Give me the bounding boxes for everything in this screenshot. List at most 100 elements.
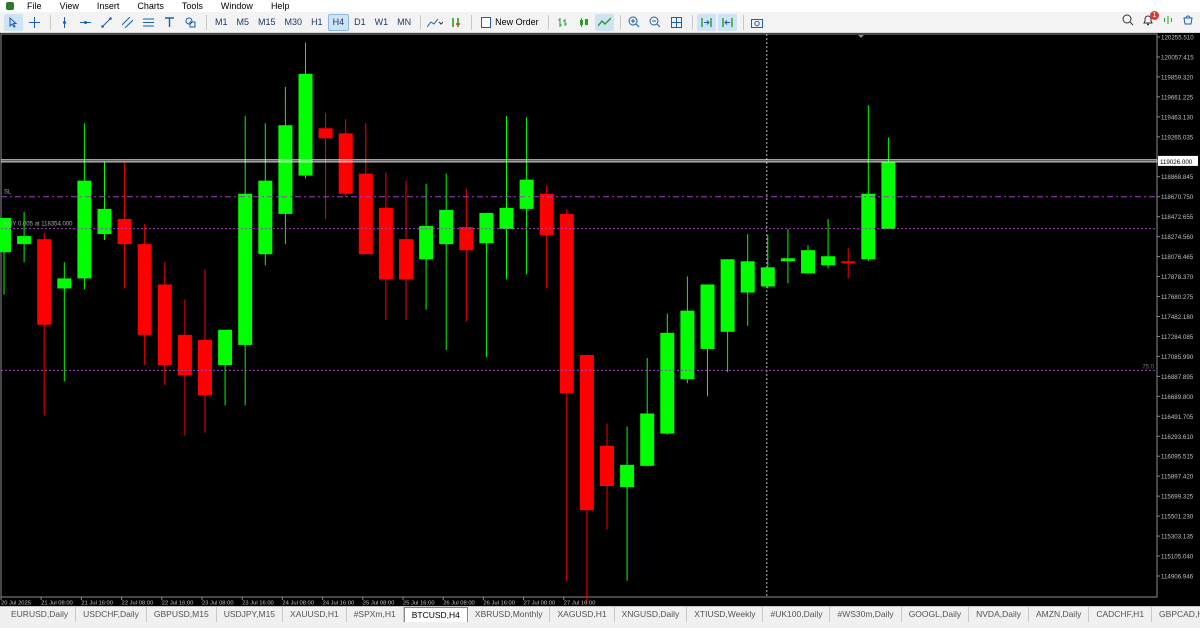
chart-tab[interactable]: XTIUSD,Weekly [687, 607, 764, 622]
market-icon[interactable] [1182, 14, 1194, 28]
toolbar-divider [50, 14, 51, 30]
zoom-in-icon[interactable] [625, 14, 644, 31]
candle-body [97, 208, 112, 235]
screenshot-icon[interactable] [748, 14, 767, 31]
timeframe-mn[interactable]: MN [393, 14, 415, 31]
chart-tab[interactable]: USDJPY,M15 [217, 607, 284, 622]
chart-tab[interactable]: XNGUSD,Daily [615, 607, 688, 622]
line-chart-icon[interactable] [594, 13, 614, 31]
price-axis-label: 116491.705 [1161, 414, 1194, 421]
algo-trading-icon[interactable] [446, 14, 465, 31]
text-tool-icon[interactable] [160, 14, 179, 31]
trendline-icon[interactable] [97, 14, 116, 31]
notifications-icon[interactable]: 1 [1142, 11, 1159, 28]
price-axis-label: 120255.510 [1161, 35, 1194, 42]
price-axis-label: 119463.130 [1161, 114, 1194, 121]
fibonacci-icon[interactable] [139, 14, 158, 31]
chart-tab[interactable]: XAGUSD,H1 [550, 607, 615, 622]
chart-tab[interactable]: BTCUSD,H4 [403, 607, 468, 622]
chart-tab[interactable]: GOOGL,Daily [902, 607, 970, 622]
candle-body [680, 310, 695, 380]
crosshair-icon[interactable] [25, 14, 44, 31]
chart-tab[interactable]: GBPCAD,H1 [1152, 607, 1200, 622]
candle-body [479, 212, 494, 244]
menu-charts[interactable]: Charts [128, 0, 173, 12]
timeframe-m15[interactable]: M15 [254, 14, 280, 31]
candle-body [137, 244, 152, 335]
candlestick-chart[interactable]: SL BUY 0.005 at 118354.000 75.0 120255.510 1… [0, 33, 1200, 606]
chart-tab[interactable]: XAUUSD,H1 [283, 607, 347, 622]
price-axis-label: 118076.465 [1161, 254, 1194, 261]
price-axis-label: 117878.370 [1161, 274, 1194, 281]
chart-tab[interactable]: #SPXm,H1 [347, 607, 404, 622]
price-axis-label: 117482.180 [1161, 314, 1194, 321]
candle-body [378, 207, 393, 280]
menu-tools[interactable]: Tools [173, 0, 212, 12]
timeframe-h1[interactable]: H1 [307, 14, 327, 31]
timeframe-m30[interactable]: M30 [281, 14, 307, 31]
chart-tab[interactable]: AMZN,Daily [1029, 607, 1090, 622]
price-axis-label: 116095.515 [1161, 454, 1194, 461]
menu-bar: File View Insert Charts Tools Window Hel… [0, 0, 1200, 12]
price-axis-label: 118868.845 [1161, 174, 1194, 181]
chart-area[interactable]: SL BUY 0.005 at 118354.000 75.0 120255.510 1… [0, 33, 1200, 606]
channel-icon[interactable] [118, 14, 137, 31]
tile-windows-icon[interactable] [667, 14, 686, 31]
toolbar-divider [420, 14, 422, 30]
price-axis-label: 115897.420 [1161, 474, 1194, 481]
app-logo-icon [6, 2, 14, 10]
candle-body [841, 261, 856, 264]
toolbar-right: 1 [1122, 11, 1194, 28]
chart-shift-icon[interactable] [717, 13, 737, 31]
chart-tab[interactable]: XBRUSD,Monthly [468, 607, 551, 622]
new-order-button[interactable]: New Order [476, 14, 544, 31]
cursor-icon[interactable] [4, 13, 23, 31]
chart-tab[interactable]: GBPUSD,M15 [147, 607, 217, 622]
candle-body [600, 445, 614, 487]
menu-insert[interactable]: Insert [88, 0, 129, 12]
chart-tab[interactable]: USDCHF,Daily [76, 607, 147, 622]
menu-view[interactable]: View [51, 0, 88, 12]
candle-body [399, 239, 413, 280]
menu-window[interactable]: Window [212, 0, 262, 12]
menu-help[interactable]: Help [262, 0, 299, 12]
shapes-icon[interactable] [181, 14, 200, 31]
candle-body [77, 180, 92, 279]
search-icon[interactable] [1122, 14, 1134, 28]
timeframe-w1[interactable]: W1 [371, 14, 393, 31]
chart-tab[interactable]: CADCHF,H1 [1089, 607, 1153, 622]
live-signal-icon[interactable] [1162, 14, 1174, 28]
bar-chart-icon[interactable] [553, 14, 572, 31]
timeframe-d1[interactable]: D1 [350, 14, 370, 31]
chart-background [0, 33, 1200, 606]
candle-body [720, 259, 735, 332]
candle-body [881, 161, 896, 230]
timeframe-h4[interactable]: H4 [327, 13, 350, 31]
zoom-out-icon[interactable] [646, 14, 665, 31]
candle-body [278, 125, 293, 214]
toolbar-divider [691, 14, 693, 30]
candle-body [218, 329, 233, 366]
menu-file[interactable]: File [18, 0, 51, 12]
chart-tab[interactable]: #UK100,Daily [763, 607, 831, 622]
candle-body [459, 227, 474, 251]
status-bar [0, 622, 1200, 628]
chart-tab[interactable]: NVDA,Daily [969, 607, 1029, 622]
indicators-icon[interactable] [425, 14, 444, 31]
price-axis-label: 114906.946 [1161, 574, 1194, 581]
timeframe-m5[interactable]: M5 [233, 14, 254, 31]
vertical-line-icon[interactable] [55, 14, 74, 31]
chart-tab[interactable]: EURUSD,Daily [4, 607, 77, 622]
candle-body [740, 261, 755, 293]
price-axis-label: 119661.225 [1161, 94, 1194, 101]
notification-badge: 1 [1150, 11, 1159, 20]
candle-body [238, 193, 253, 345]
horizontal-line-icon[interactable] [76, 14, 95, 31]
auto-scroll-icon[interactable] [696, 13, 716, 31]
price-axis-label: 118670.750 [1161, 194, 1194, 201]
timeframe-m1[interactable]: M1 [211, 14, 232, 31]
toolbar-divider [619, 14, 621, 30]
chart-tab[interactable]: #WS30m,Daily [830, 607, 902, 622]
price-axis-label: 117680.275 [1161, 294, 1194, 301]
candlestick-icon[interactable] [574, 14, 593, 31]
